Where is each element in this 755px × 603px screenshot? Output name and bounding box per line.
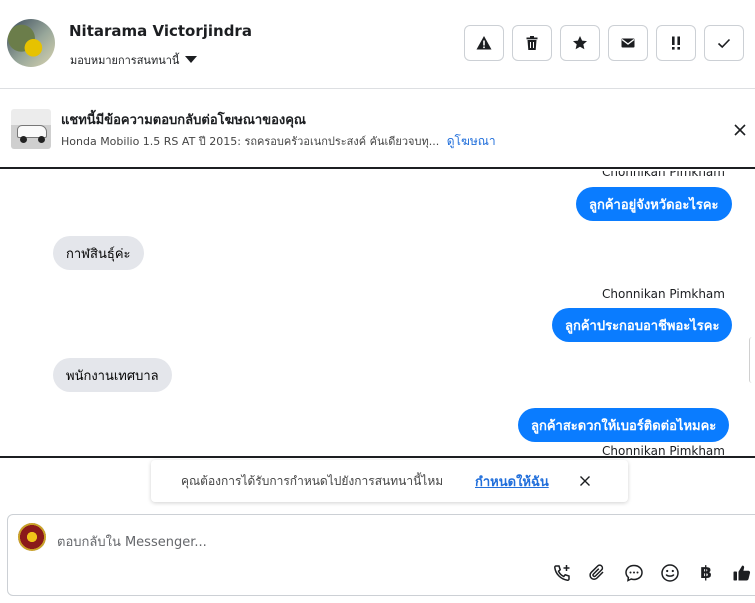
emoji-icon: [661, 564, 679, 582]
attach-button[interactable]: [587, 562, 609, 584]
star-icon: [573, 36, 587, 50]
assign-suggestion-banner: คุณต้องการได้รับการกำหนดไปยังการสนทนานี้…: [151, 460, 628, 502]
mail-icon: [621, 38, 635, 48]
message-thread[interactable]: Chonnikan Pimkham ลูกค้าอยู่จังหวัดอะไรค…: [0, 171, 755, 458]
check-icon: [717, 38, 731, 49]
attach-icon: [589, 564, 604, 581]
chat-bubble-icon: [625, 564, 643, 582]
report-spam-button[interactable]: [464, 25, 504, 61]
follow-up-icon: [672, 36, 680, 50]
scrollbar[interactable]: [749, 337, 755, 383]
message-sender: Chonnikan Pimkham: [602, 171, 725, 179]
close-icon: [734, 124, 746, 136]
ad-banner-title: แชทนี้มีข้อความตอบกลับต่อโฆษณาของคุณ: [61, 113, 306, 128]
incoming-message[interactable]: กาฬสินธุ์ค่ะ: [53, 236, 144, 270]
star-button[interactable]: [560, 25, 600, 61]
thumbs-up-icon: [733, 565, 751, 581]
conversation-header: Nitarama Victorjindra มอบหมายการสนทนานี้: [0, 0, 755, 89]
incoming-message[interactable]: พนักงานเทศบาล: [53, 358, 172, 392]
outgoing-message[interactable]: ลูกค้าอยู่จังหวัดอะไรคะ: [576, 187, 732, 221]
call-button[interactable]: [551, 562, 573, 584]
phone-plus-icon: [554, 565, 570, 581]
assign-to-me-link[interactable]: กำหนดให้ฉัน: [475, 471, 549, 492]
contact-avatar[interactable]: [7, 19, 55, 67]
assign-suggestion-text: คุณต้องการได้รับการกำหนดไปยังการสนทนานี้…: [181, 474, 444, 488]
ad-description-text: Honda Mobilio 1.5 RS AT ปี 2015: รถครอบค…: [61, 135, 440, 148]
close-banner-button[interactable]: [730, 120, 750, 140]
caret-down-icon: [185, 55, 198, 63]
outgoing-message[interactable]: ลูกค้าประกอบอาชีพอะไรคะ: [552, 308, 733, 342]
like-button[interactable]: [731, 562, 753, 584]
emoji-button[interactable]: [659, 562, 681, 584]
reply-input[interactable]: ตอบกลับใน Messenger...: [57, 531, 207, 552]
follow-up-button[interactable]: [656, 25, 696, 61]
ad-thumbnail[interactable]: [11, 109, 51, 149]
mark-done-button[interactable]: [704, 25, 744, 61]
outgoing-message[interactable]: ลูกค้าสะดวกให้เบอร์ติดต่อไหมคะ: [518, 408, 730, 442]
reply-composer: ตอบกลับใน Messenger... ฿: [7, 514, 755, 596]
trash-icon: [526, 36, 538, 50]
header-actions: [464, 25, 744, 61]
view-ad-link[interactable]: ดูโฆษณา: [447, 134, 496, 148]
ad-reply-banner: แชทนี้มีข้อความตอบกลับต่อโฆษณาของคุณ Hon…: [0, 89, 755, 169]
page-avatar: [18, 523, 46, 551]
delete-button[interactable]: [512, 25, 552, 61]
assign-conversation-dropdown[interactable]: มอบหมายการสนทนานี้: [70, 51, 198, 69]
assign-label: มอบหมายการสนทนานี้: [70, 54, 180, 67]
close-icon: [580, 476, 590, 486]
message-sender: Chonnikan Pimkham: [602, 287, 725, 301]
composer-toolbar: ฿: [551, 562, 753, 584]
payment-button[interactable]: ฿: [695, 562, 717, 584]
contact-name[interactable]: Nitarama Victorjindra: [69, 22, 252, 40]
messenger-conversation: Nitarama Victorjindra มอบหมายการสนทนานี้: [0, 0, 755, 603]
ad-description: Honda Mobilio 1.5 RS AT ปี 2015: รถครอบค…: [61, 132, 496, 151]
warning-icon: [476, 36, 492, 50]
baht-icon: ฿: [700, 563, 712, 583]
message-sender: Chonnikan Pimkham: [602, 444, 725, 458]
mark-unread-button[interactable]: [608, 25, 648, 61]
saved-replies-button[interactable]: [623, 562, 645, 584]
dismiss-suggestion-button[interactable]: [577, 473, 593, 489]
